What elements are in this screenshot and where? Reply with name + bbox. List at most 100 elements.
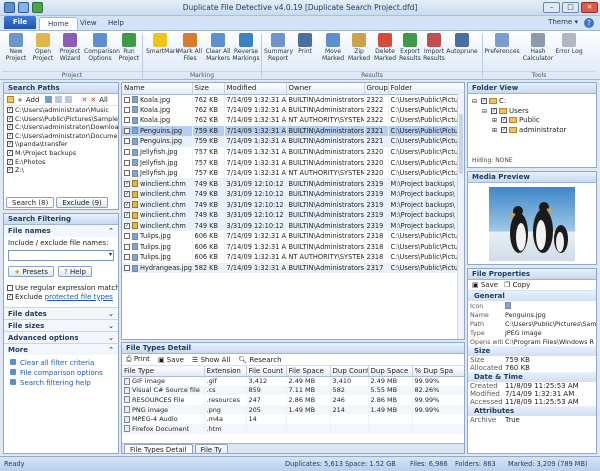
use-regex-row[interactable]: Use regular expression matching xyxy=(4,284,118,293)
types-row[interactable]: Firefox Document .htm xyxy=(122,423,464,434)
types-column-header[interactable]: Extension xyxy=(204,366,247,377)
mark-checkbox[interactable] xyxy=(124,170,130,177)
folder-add-icon[interactable] xyxy=(7,96,14,103)
search-path-item[interactable]: ✓ Z:\ xyxy=(4,166,118,175)
mark-checkbox[interactable]: ✓ xyxy=(124,191,130,198)
dropdown-arrow-icon[interactable]: ▾ xyxy=(109,251,112,258)
table-row[interactable]: ✓ winclient.chm 749 KB3/31/09 12:10:12 AMB… xyxy=(122,178,464,189)
column-header-modified[interactable]: Modified xyxy=(224,83,287,95)
mark-checkbox[interactable] xyxy=(124,149,130,155)
general-section[interactable]: General xyxy=(468,291,596,301)
tree-expander-icon[interactable]: ⊟ xyxy=(482,108,487,115)
filter-help-button[interactable]: ? Help xyxy=(58,266,92,277)
ribbon-button-mark-all-files[interactable]: Mark All Files xyxy=(176,32,204,70)
props-copy-button[interactable]: ❐ Copy xyxy=(504,281,530,289)
ribbon-button-comparison-options[interactable]: Comparison Options xyxy=(84,32,120,70)
ribbon-button-smartmark[interactable]: SmartMark xyxy=(146,32,179,70)
tab-exclude-paths[interactable]: Exclude (9) xyxy=(56,197,108,208)
column-header-folder[interactable]: Folder xyxy=(388,83,464,95)
ribbon-button-clear-all-markers[interactable]: Clear All Markers xyxy=(204,32,232,70)
table-row[interactable]: Tulips.jpg 606 KB 7/14/09 1:32:31 AM BUILTI… xyxy=(122,231,464,242)
remove-icon[interactable]: ✕ xyxy=(81,96,87,104)
column-header-size[interactable]: Size xyxy=(192,83,225,95)
search-path-item[interactable]: ✓ \\panda\transfer xyxy=(4,140,118,149)
search-path-checkbox[interactable]: ✓ xyxy=(7,107,13,113)
ribbon-button-hash-calculator[interactable]: Hash Calculator xyxy=(522,32,554,70)
maximize-button[interactable]: □ xyxy=(562,2,579,13)
folder-tree-item[interactable]: ⊟ ✓ C: xyxy=(470,97,594,107)
types-row[interactable]: RESOURCES File .resources 247 2.86 MB 246 2.8… xyxy=(122,395,464,405)
more-section[interactable]: More ⌃ xyxy=(4,343,118,356)
ribbon-button-project-wizard[interactable]: Project Wizard xyxy=(57,32,83,70)
table-row[interactable]: ✓ winclient.chm 749 KB3/31/09 12:10:12 AMB… xyxy=(122,199,464,211)
column-header-name[interactable]: Name xyxy=(122,83,193,95)
tree-expander-icon[interactable]: ⊞ xyxy=(492,117,497,124)
types-column-header[interactable]: Dup Count xyxy=(330,366,369,377)
table-row[interactable]: ✓ winclient.chm 749 KB3/31/09 12:10:12 AMB… xyxy=(122,210,464,221)
ribbon-button-error-log[interactable]: Error Log xyxy=(554,32,584,70)
file-dates-section[interactable]: File dates ⌄ xyxy=(4,307,118,320)
ribbon-button-preferences[interactable]: Preferences xyxy=(484,32,520,70)
mark-checkbox[interactable] xyxy=(124,117,130,124)
tab-file-types-other[interactable]: File Ty xyxy=(194,444,228,453)
edit-icon[interactable] xyxy=(45,96,53,103)
table-row[interactable]: Koala.jpg 762 KB 7/14/09 1:32:31 AM BUILTIN… xyxy=(122,94,464,105)
use-regex-checkbox[interactable] xyxy=(7,285,13,291)
search-path-item[interactable]: ✓ C:\Users\administrator\Music xyxy=(4,106,118,115)
file-name-filter-input[interactable]: ▾ xyxy=(8,250,114,261)
mark-checkbox[interactable]: ✓ xyxy=(124,180,130,187)
ribbon-button-import-results[interactable]: Import Results xyxy=(422,32,446,70)
mark-checkbox[interactable] xyxy=(124,243,130,250)
mark-checkbox[interactable]: ✓ xyxy=(124,201,130,208)
ribbon-button-summary-report[interactable]: Summary Report xyxy=(264,32,293,70)
search-path-checkbox[interactable]: ✓ xyxy=(7,141,13,148)
table-row[interactable]: Tulips.jpg 606 KB 7/14/09 1:32:31 AM BUILTI… xyxy=(122,241,464,253)
app-icon[interactable] xyxy=(4,2,15,13)
table-row[interactable]: Koala.jpg 762 KB 7/14/09 1:32:31 AM NT AUTH… xyxy=(122,115,464,126)
tab-help[interactable]: Help xyxy=(100,17,132,30)
size-section[interactable]: Size xyxy=(468,346,596,356)
close-button[interactable]: ✕ xyxy=(581,2,598,13)
search-path-checkbox[interactable]: ✓ xyxy=(7,124,13,131)
search-path-item[interactable]: ✓ C:\Users\administrator\Downloads xyxy=(4,123,118,132)
presets-button[interactable]: ★ Presets xyxy=(8,266,54,277)
mark-checkbox[interactable] xyxy=(124,138,130,145)
ribbon-button-run-project[interactable]: Run Project xyxy=(116,32,142,70)
mark-checkbox[interactable] xyxy=(124,106,130,113)
exclude-protected-row[interactable]: ✓ Exclude protected file types xyxy=(4,293,118,302)
types-row[interactable]: GIF image .gif 3,412 2.49 MB 3,410 2.49 MB 99.… xyxy=(122,376,464,386)
ribbon-button-open-project[interactable]: Open Project xyxy=(30,32,56,70)
folder-checkbox[interactable]: ✓ xyxy=(501,126,508,133)
tab-search-paths[interactable]: Search (8) xyxy=(6,197,55,208)
more-link-item[interactable]: File comparison options xyxy=(4,368,118,378)
search-path-checkbox[interactable]: ✓ xyxy=(7,167,13,174)
remove-all-button[interactable]: All xyxy=(99,96,108,104)
table-row[interactable]: Penguins.jpg 759 KB 7/14/09 1:32:31 AM BUIL… xyxy=(122,125,464,137)
ribbon-button-move-marked[interactable]: Move Marked xyxy=(320,32,346,70)
mark-checkbox[interactable]: ✓ xyxy=(124,212,130,219)
table-row[interactable]: Penguins.jpg 759 KB 7/14/09 1:32:31 AM BUIL… xyxy=(122,136,464,147)
folder-tree-item[interactable]: ⊟ ✓ Users xyxy=(470,107,594,117)
ribbon-button-export-results[interactable]: Export Results xyxy=(398,32,422,70)
ribbon-button-reverse-markings[interactable]: Reverse Markings xyxy=(232,32,260,70)
folder-checkbox[interactable]: ✓ xyxy=(491,107,498,114)
types-row[interactable]: Visual C# Source file .cs 859 7.11 MB 582 5.5… xyxy=(122,385,464,396)
down-icon[interactable] xyxy=(65,96,73,103)
types-row[interactable]: MPEG-4 Audio .m4a 14 xyxy=(122,414,464,424)
tree-expander-icon[interactable]: ⊟ xyxy=(472,98,477,105)
folder-tree-item[interactable]: ⊞ ✓ administrator xyxy=(470,126,594,136)
table-row[interactable]: ✓ winclient.chm 749 KB3/31/09 12:10:12 AMB… xyxy=(122,220,464,232)
file-menu-button[interactable]: File xyxy=(4,16,36,29)
print-button[interactable]: ⎙ Print xyxy=(126,355,150,364)
minimize-button[interactable]: – xyxy=(543,2,560,13)
table-row[interactable]: Koala.jpg 762 KB 7/14/09 1:32:31 AM BUILTIN… xyxy=(122,104,464,116)
help-icon[interactable]: ? xyxy=(584,18,594,28)
search-path-item[interactable]: ✓ M:\Project backups xyxy=(4,149,118,158)
mark-checkbox[interactable] xyxy=(124,254,130,261)
scrollbar-thumb[interactable] xyxy=(459,114,463,174)
show-all-button[interactable]: ☰ Show All xyxy=(192,356,230,364)
more-link-item[interactable]: Clear all filter criteria xyxy=(4,358,118,368)
column-header-owner[interactable]: Owner xyxy=(286,83,365,95)
props-save-button[interactable]: ▣ Save xyxy=(472,281,498,289)
tree-expander-icon[interactable]: ⊞ xyxy=(492,127,497,134)
